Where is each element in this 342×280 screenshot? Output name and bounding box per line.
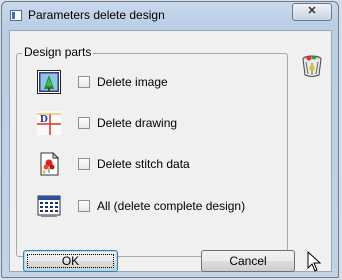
group-label: Design parts [22,45,94,59]
dialog-body: Design parts Delete image D Delete drawi… [9,30,332,272]
stitch-data-icon [40,152,60,176]
cancel-button[interactable]: Cancel [201,250,295,272]
window-icon [10,10,22,21]
complete-design-icon [37,195,61,217]
design-parts-group: Design parts Delete image D Delete drawi… [16,45,288,257]
cancel-button-label: Cancel [229,254,267,268]
drawing-icon: D [37,111,61,135]
svg-text:D: D [40,113,48,125]
image-icon [37,70,61,94]
dialog-window: Parameters delete design ✕ Design parts … [1,1,339,278]
focus-rectangle [27,254,114,268]
delete-stitch-data-label: Delete stitch data [97,157,190,171]
delete-drawing-checkbox[interactable] [78,117,90,129]
recycle-bin-icon [302,55,322,77]
delete-image-label: Delete image [97,75,168,89]
delete-drawing-label: Delete drawing [97,116,178,130]
close-button[interactable]: ✕ [292,3,332,21]
delete-all-label: All (delete complete design) [97,199,246,213]
delete-all-checkbox[interactable] [78,200,90,212]
mouse-cursor-icon [307,251,322,272]
title-bar[interactable]: Parameters delete design ✕ [2,2,338,30]
ok-button[interactable]: OK [23,250,118,272]
delete-image-checkbox[interactable] [78,76,90,88]
window-title: Parameters delete design [28,8,165,22]
delete-stitch-data-checkbox[interactable] [78,158,90,170]
